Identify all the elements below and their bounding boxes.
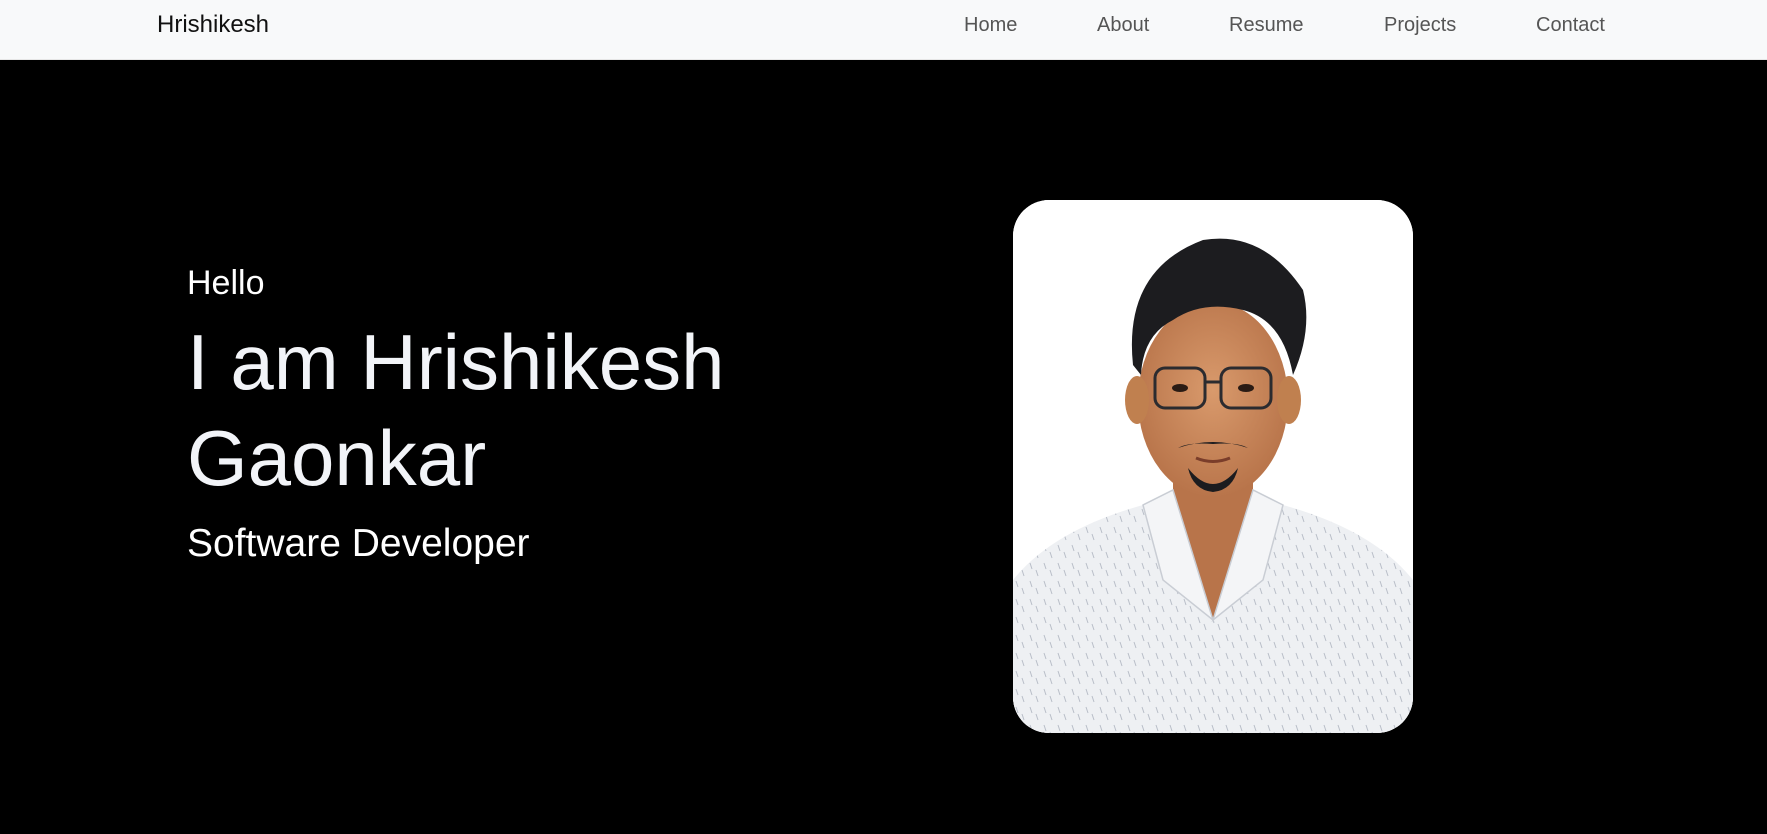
- profile-photo-icon: [1013, 200, 1413, 733]
- hero-role: Software Developer: [187, 522, 530, 565]
- nav-resume-link[interactable]: Resume: [1229, 13, 1303, 37]
- navbar: Hrishikesh Home About Resume Projects Co…: [0, 0, 1767, 60]
- nav-projects-link[interactable]: Projects: [1384, 13, 1456, 37]
- nav-home-link[interactable]: Home: [964, 13, 1017, 37]
- profile-photo: [1013, 200, 1413, 733]
- hero-section: Hello I am Hrishikesh Gaonkar Software D…: [0, 60, 1767, 834]
- hero-name-heading: I am Hrishikesh Gaonkar: [187, 318, 725, 502]
- nav-about-link[interactable]: About: [1097, 13, 1149, 37]
- nav-links: Home About Resume Projects Contact: [0, 13, 1767, 43]
- hero-greeting: Hello: [187, 264, 265, 302]
- nav-contact-link[interactable]: Contact: [1536, 13, 1605, 37]
